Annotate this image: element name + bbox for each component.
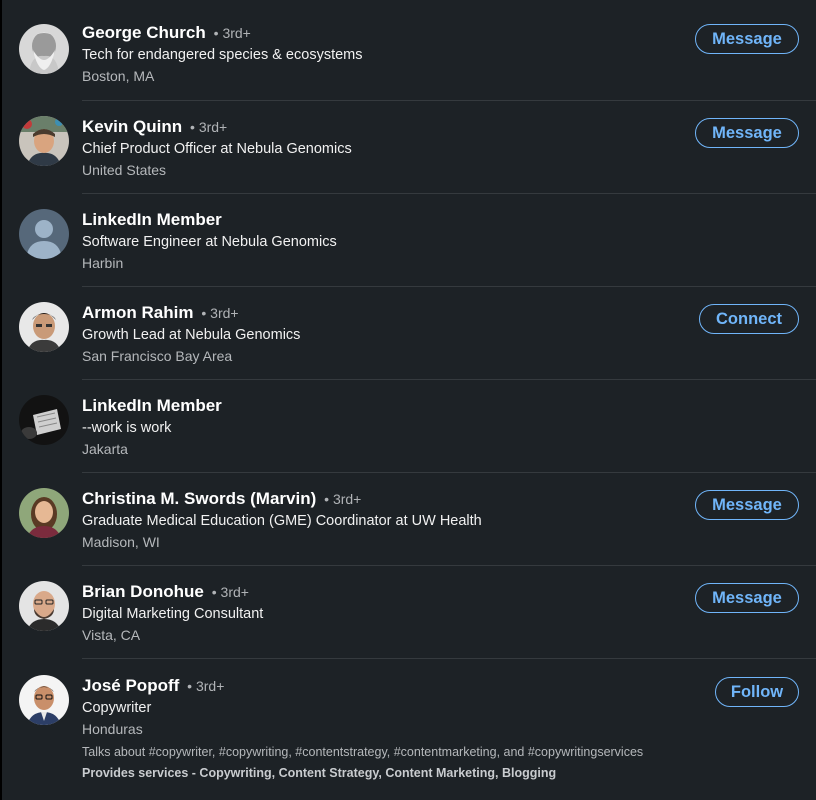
person-headline: Chief Product Officer at Nebula Genomics (82, 141, 352, 157)
message-button[interactable]: Message (695, 490, 799, 520)
degree-value: 3rd+ (195, 678, 225, 694)
list-item: Brian Donohue • 3rd+ Digital Marketing C… (2, 566, 816, 659)
message-button[interactable]: Message (695, 24, 799, 54)
profile-avatar[interactable] (19, 395, 69, 445)
person-headline: Tech for endangered species & ecosystems (82, 47, 363, 63)
person-headline: Digital Marketing Consultant (82, 606, 264, 622)
person-location: Jakarta (82, 441, 128, 457)
list-item: LinkedIn Member Software Engineer at Neb… (2, 194, 816, 287)
list-item: José Popoff • 3rd+ Copywriter Honduras T… (2, 659, 816, 800)
degree-value: 3rd+ (210, 305, 239, 321)
person-location: Harbin (82, 255, 124, 271)
person-name[interactable]: Christina M. Swords (Marvin) (82, 489, 316, 508)
profile-avatar[interactable] (19, 302, 69, 352)
connection-degree: • 3rd+ (207, 584, 249, 600)
person-location: Madison, WI (82, 534, 160, 550)
connection-degree: • 3rd+ (186, 119, 228, 135)
person-name[interactable]: LinkedIn Member (82, 396, 222, 415)
person-headline: --work is work (82, 420, 172, 436)
person-name[interactable]: Kevin Quinn (82, 117, 182, 136)
message-button[interactable]: Message (695, 118, 799, 148)
profile-avatar[interactable] (19, 581, 69, 631)
person-location: San Francisco Bay Area (82, 348, 233, 364)
list-item: LinkedIn Member --work is work Jakarta (2, 380, 816, 473)
degree-value: 3rd+ (220, 584, 249, 600)
person-name[interactable]: José Popoff (82, 676, 179, 695)
connection-degree: • 3rd+ (197, 305, 239, 321)
person-headline: Graduate Medical Education (GME) Coordin… (82, 513, 482, 529)
profile-avatar[interactable] (19, 488, 69, 538)
ghost-avatar[interactable] (19, 209, 69, 259)
person-name[interactable]: Brian Donohue (82, 582, 204, 601)
list-item: Armon Rahim • 3rd+ Growth Lead at Nebula… (2, 287, 816, 380)
person-location: United States (82, 162, 167, 178)
person-headline: Software Engineer at Nebula Genomics (82, 234, 337, 250)
degree-value: 3rd+ (332, 491, 362, 507)
connection-degree: • 3rd+ (183, 678, 225, 694)
profile-avatar[interactable] (19, 675, 69, 725)
person-headline: Copywriter (82, 700, 152, 716)
degree-value: 3rd+ (222, 25, 251, 41)
profile-avatar[interactable] (19, 24, 69, 74)
follow-button[interactable]: Follow (715, 677, 799, 707)
connection-degree: • 3rd+ (320, 491, 362, 507)
message-button[interactable]: Message (695, 583, 799, 613)
list-item: Christina M. Swords (Marvin) • 3rd+ Grad… (2, 473, 816, 566)
degree-value: 3rd+ (198, 119, 228, 135)
person-location: Boston, MA (82, 68, 155, 84)
list-item: George Church • 3rd+ Tech for endangered… (2, 0, 816, 101)
connection-degree: • 3rd+ (209, 25, 251, 41)
person-headline: Growth Lead at Nebula Genomics (82, 327, 301, 343)
person-location: Honduras (82, 721, 143, 737)
search-results-list: George Church • 3rd+ Tech for endangered… (2, 0, 816, 800)
talks-about: Talks about #copywriter, #copywriting, #… (82, 745, 644, 759)
list-item: Kevin Quinn • 3rd+ Chief Product Officer… (2, 101, 816, 194)
person-name[interactable]: Armon Rahim (82, 303, 193, 322)
connect-button[interactable]: Connect (699, 304, 799, 334)
person-location: Vista, CA (82, 627, 141, 643)
profile-avatar[interactable] (19, 116, 69, 166)
provides-services[interactable]: Provides services - Copywriting, Content… (82, 766, 556, 780)
person-name[interactable]: George Church (82, 23, 206, 42)
person-name[interactable]: LinkedIn Member (82, 210, 222, 229)
